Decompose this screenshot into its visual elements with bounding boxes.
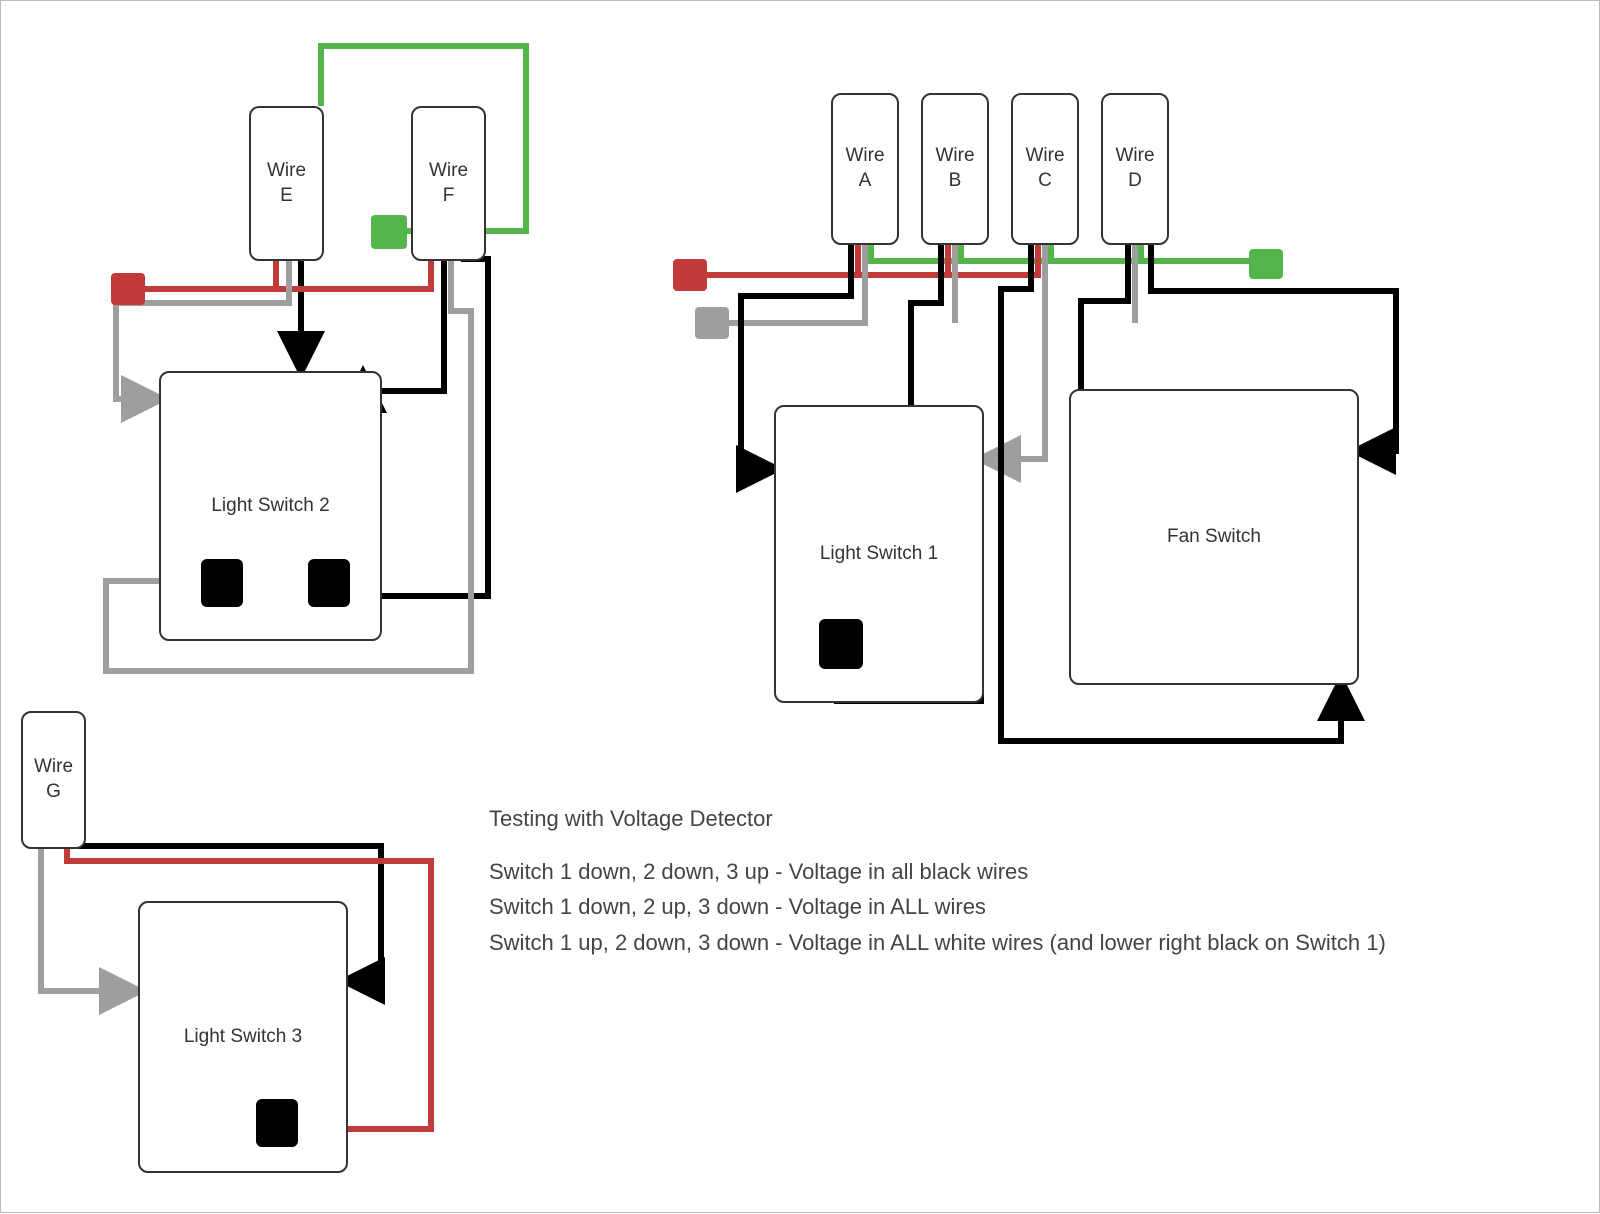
wire-nut-red-right xyxy=(673,259,707,291)
testing-notes: Testing with Voltage Detector Switch 1 d… xyxy=(489,801,1539,960)
wire-nut-green-right xyxy=(1249,249,1283,279)
ls3-terminal xyxy=(256,1099,298,1147)
wire-nut-red-left xyxy=(111,273,145,305)
notes-line-2: Switch 1 down, 2 up, 3 down - Voltage in… xyxy=(489,889,1539,924)
wire-b-box: Wire B xyxy=(921,93,989,245)
wire-f-box: Wire F xyxy=(411,106,486,261)
wire-nut-gray-right xyxy=(695,307,729,339)
ls2-terminal-right xyxy=(308,559,350,607)
notes-line-3: Switch 1 up, 2 down, 3 down - Voltage in… xyxy=(489,925,1539,960)
wire-nut-green-left xyxy=(371,215,407,249)
wire-c-box: Wire C xyxy=(1011,93,1079,245)
wire-d-box: Wire D xyxy=(1101,93,1169,245)
ls2-terminal-left xyxy=(201,559,243,607)
fan-switch-box: Fan Switch xyxy=(1069,389,1359,685)
notes-line-1: Switch 1 down, 2 down, 3 up - Voltage in… xyxy=(489,854,1539,889)
wire-g-box: Wire G xyxy=(21,711,86,849)
ls1-terminal xyxy=(819,619,863,669)
light-switch-1-box: Light Switch 1 xyxy=(774,405,984,703)
notes-title: Testing with Voltage Detector xyxy=(489,801,1539,836)
wire-e-box: Wire E xyxy=(249,106,324,261)
wiring-diagram-canvas: Wire E Wire F Light Switch 2 Wire A Wire… xyxy=(0,0,1600,1213)
wire-a-box: Wire A xyxy=(831,93,899,245)
light-switch-3-box: Light Switch 3 xyxy=(138,901,348,1173)
